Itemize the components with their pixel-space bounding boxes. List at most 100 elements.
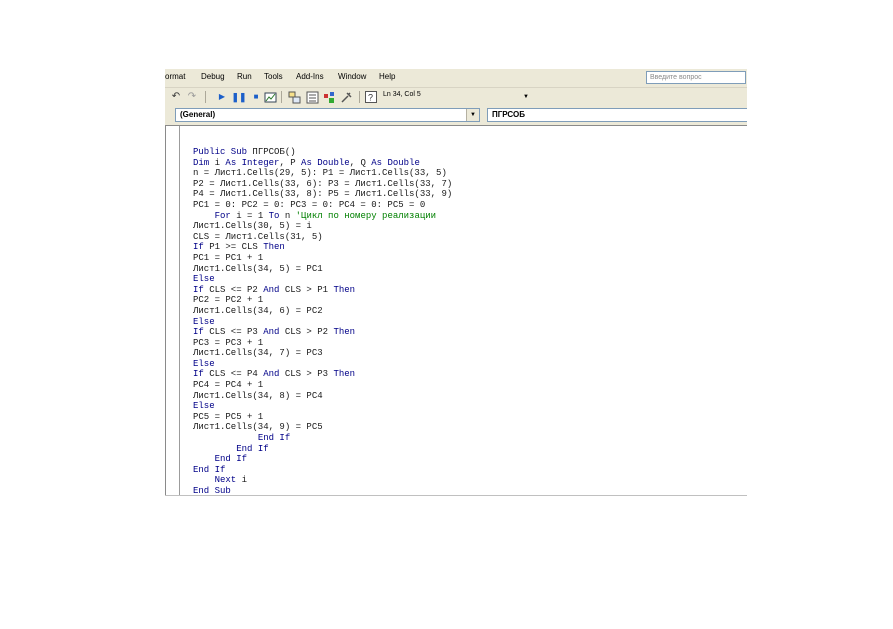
code-line[interactable]: P4 = Лист1.Cells(33, 8): P5 = Лист1.Cell… [193,189,452,200]
code-line[interactable]: PC3 = PC3 + 1 [193,338,452,349]
run-icon[interactable]: ▶ [215,90,229,104]
menu-debug[interactable]: Debug [201,72,225,81]
code-keyword: Dim [193,157,215,168]
code-line[interactable]: Else [193,401,452,412]
code-token: PC2 = PC2 + 1 [193,295,264,306]
menu-tools[interactable]: Tools [264,72,283,81]
code-line[interactable]: PC2 = PC2 + 1 [193,295,452,306]
code-token: Лист1.Cells(34, 9) = PC5 [193,422,323,433]
code-line[interactable]: End If [193,465,452,476]
project-explorer-icon[interactable] [287,90,301,104]
code-line[interactable]: End If [193,444,452,455]
code-token: PC3 = PC3 + 1 [193,337,264,348]
code-line[interactable]: For i = 1 To n 'Цикл по номеру реализаци… [193,211,452,222]
code-token: P2 = Лист1.Cells(33, 6): P3 = Лист1.Cell… [193,178,453,189]
horizontal-scrollbar[interactable] [165,495,747,502]
code-line[interactable]: End If [193,454,452,465]
properties-icon[interactable] [305,90,319,104]
code-keyword: Then [333,327,356,338]
code-line[interactable]: Dim i As Integer, P As Double, Q As Doub… [193,158,452,169]
code-text[interactable]: Public Sub ПГРСОБ() Dim i As Integer, P A… [193,147,452,497]
code-line[interactable]: PC1 = 0: PC2 = 0: PC3 = 0: PC4 = 0: PC5 … [193,200,452,211]
code-line[interactable]: Next i [193,475,452,486]
code-line[interactable]: Public Sub ПГРСОБ() [193,147,452,158]
code-token: Лист1.Cells(34, 7) = PC3 [193,348,323,359]
code-token: PC4 = PC4 + 1 [193,380,264,391]
object-combo-value: (General) [180,110,216,119]
code-token: , P [279,157,302,168]
help-icon[interactable]: ? [364,90,378,104]
code-keyword: End If [193,464,226,475]
margin-indicator-bar[interactable] [166,126,180,495]
code-line[interactable]: Лист1.Cells(34, 5) = PC1 [193,264,452,275]
code-token: P4 = Лист1.Cells(33, 8): P5 = Лист1.Cell… [193,189,453,200]
code-token: CLS <= P2 [209,284,264,295]
code-window-header: (General) ▼ ПГРСОБ [165,106,747,125]
code-line[interactable]: PC5 = PC5 + 1 [193,412,452,423]
menu-window[interactable]: Window [338,72,366,81]
design-mode-icon[interactable] [263,90,277,104]
code-line[interactable]: PC4 = PC4 + 1 [193,380,452,391]
undo-icon[interactable]: ↶ [169,90,183,104]
code-keyword: End If [214,454,248,465]
code-line[interactable]: If CLS <= P2 And CLS > P1 Then [193,285,452,296]
code-token: P1 >= CLS [209,242,264,253]
toolbar-separator [205,91,206,103]
code-line[interactable]: n = Лист1.Cells(29, 5): P1 = Лист1.Cells… [193,168,452,179]
code-line[interactable]: End If [193,433,452,444]
procedure-combo[interactable]: ПГРСОБ [487,108,747,122]
break-icon[interactable]: ❚❚ [231,90,246,104]
code-token: Лист1.Cells(34, 8) = PC4 [193,390,323,401]
code-keyword: Else [193,274,215,285]
code-editor[interactable]: Public Sub ПГРСОБ() Dim i As Integer, P A… [165,125,747,497]
menu-help[interactable]: Help [379,72,395,81]
menu-format[interactable]: ormat [165,72,185,81]
code-keyword: To [268,210,285,221]
code-line[interactable]: Лист1.Cells(34, 6) = PC2 [193,306,452,317]
code-line[interactable]: Else [193,359,452,370]
code-line[interactable]: Лист1.Cells(34, 7) = PC3 [193,348,452,359]
object-combo[interactable]: (General) ▼ [175,108,480,122]
code-token: Лист1.Cells(30, 5) = i [193,221,312,232]
code-keyword: If [193,284,210,295]
chevron-down-icon[interactable]: ▼ [466,109,479,121]
code-line[interactable]: Лист1.Cells(34, 9) = PC5 [193,422,452,433]
code-line[interactable]: Лист1.Cells(34, 8) = PC4 [193,391,452,402]
code-line[interactable]: If P1 >= CLS Then [193,242,452,253]
reset-icon[interactable]: ■ [249,90,263,104]
code-token: Лист1.Cells(34, 5) = PC1 [193,263,323,274]
vba-editor-window: ormat Debug Run Tools Add-Ins Window Hel… [165,69,747,502]
code-keyword: End If [236,443,269,454]
redo-icon[interactable]: ↷ [185,90,199,104]
object-browser-icon[interactable] [322,90,336,104]
toolbox-icon[interactable] [339,90,353,104]
code-token: CLS = Лист1.Cells(31, 5) [193,231,323,242]
code-keyword: Else [193,358,215,369]
code-line[interactable]: CLS = Лист1.Cells(31, 5) [193,232,452,243]
code-line[interactable]: If CLS <= P4 And CLS > P3 Then [193,369,452,380]
code-keyword: For [214,210,237,221]
code-line[interactable]: Else [193,274,452,285]
menu-run[interactable]: Run [237,72,252,81]
code-line[interactable]: Else [193,317,452,328]
code-token: CLS > P3 [284,369,334,380]
code-keyword: If [193,369,210,380]
code-token: CLS <= P4 [209,369,264,380]
code-line[interactable]: If CLS <= P3 And CLS > P2 Then [193,327,452,338]
code-comment: 'Цикл по номеру реализации [295,210,437,221]
code-token: n [284,210,296,221]
ask-question-input[interactable]: Введите вопрос [646,71,746,84]
menu-add-ins[interactable]: Add-Ins [296,72,324,81]
code-token: PC1 = PC1 + 1 [193,252,264,263]
code-line[interactable]: PC1 = PC1 + 1 [193,253,452,264]
code-keyword: Public Sub [193,147,253,157]
code-keyword: Then [333,369,356,380]
code-line[interactable]: Лист1.Cells(30, 5) = i [193,221,452,232]
toolbar-separator [359,91,360,103]
code-line[interactable]: P2 = Лист1.Cells(33, 6): P3 = Лист1.Cell… [193,179,452,190]
code-keyword: As Integer [225,157,280,168]
toolbar-options-chevron-icon[interactable]: ▼ [523,94,529,100]
code-token: i [214,157,226,168]
